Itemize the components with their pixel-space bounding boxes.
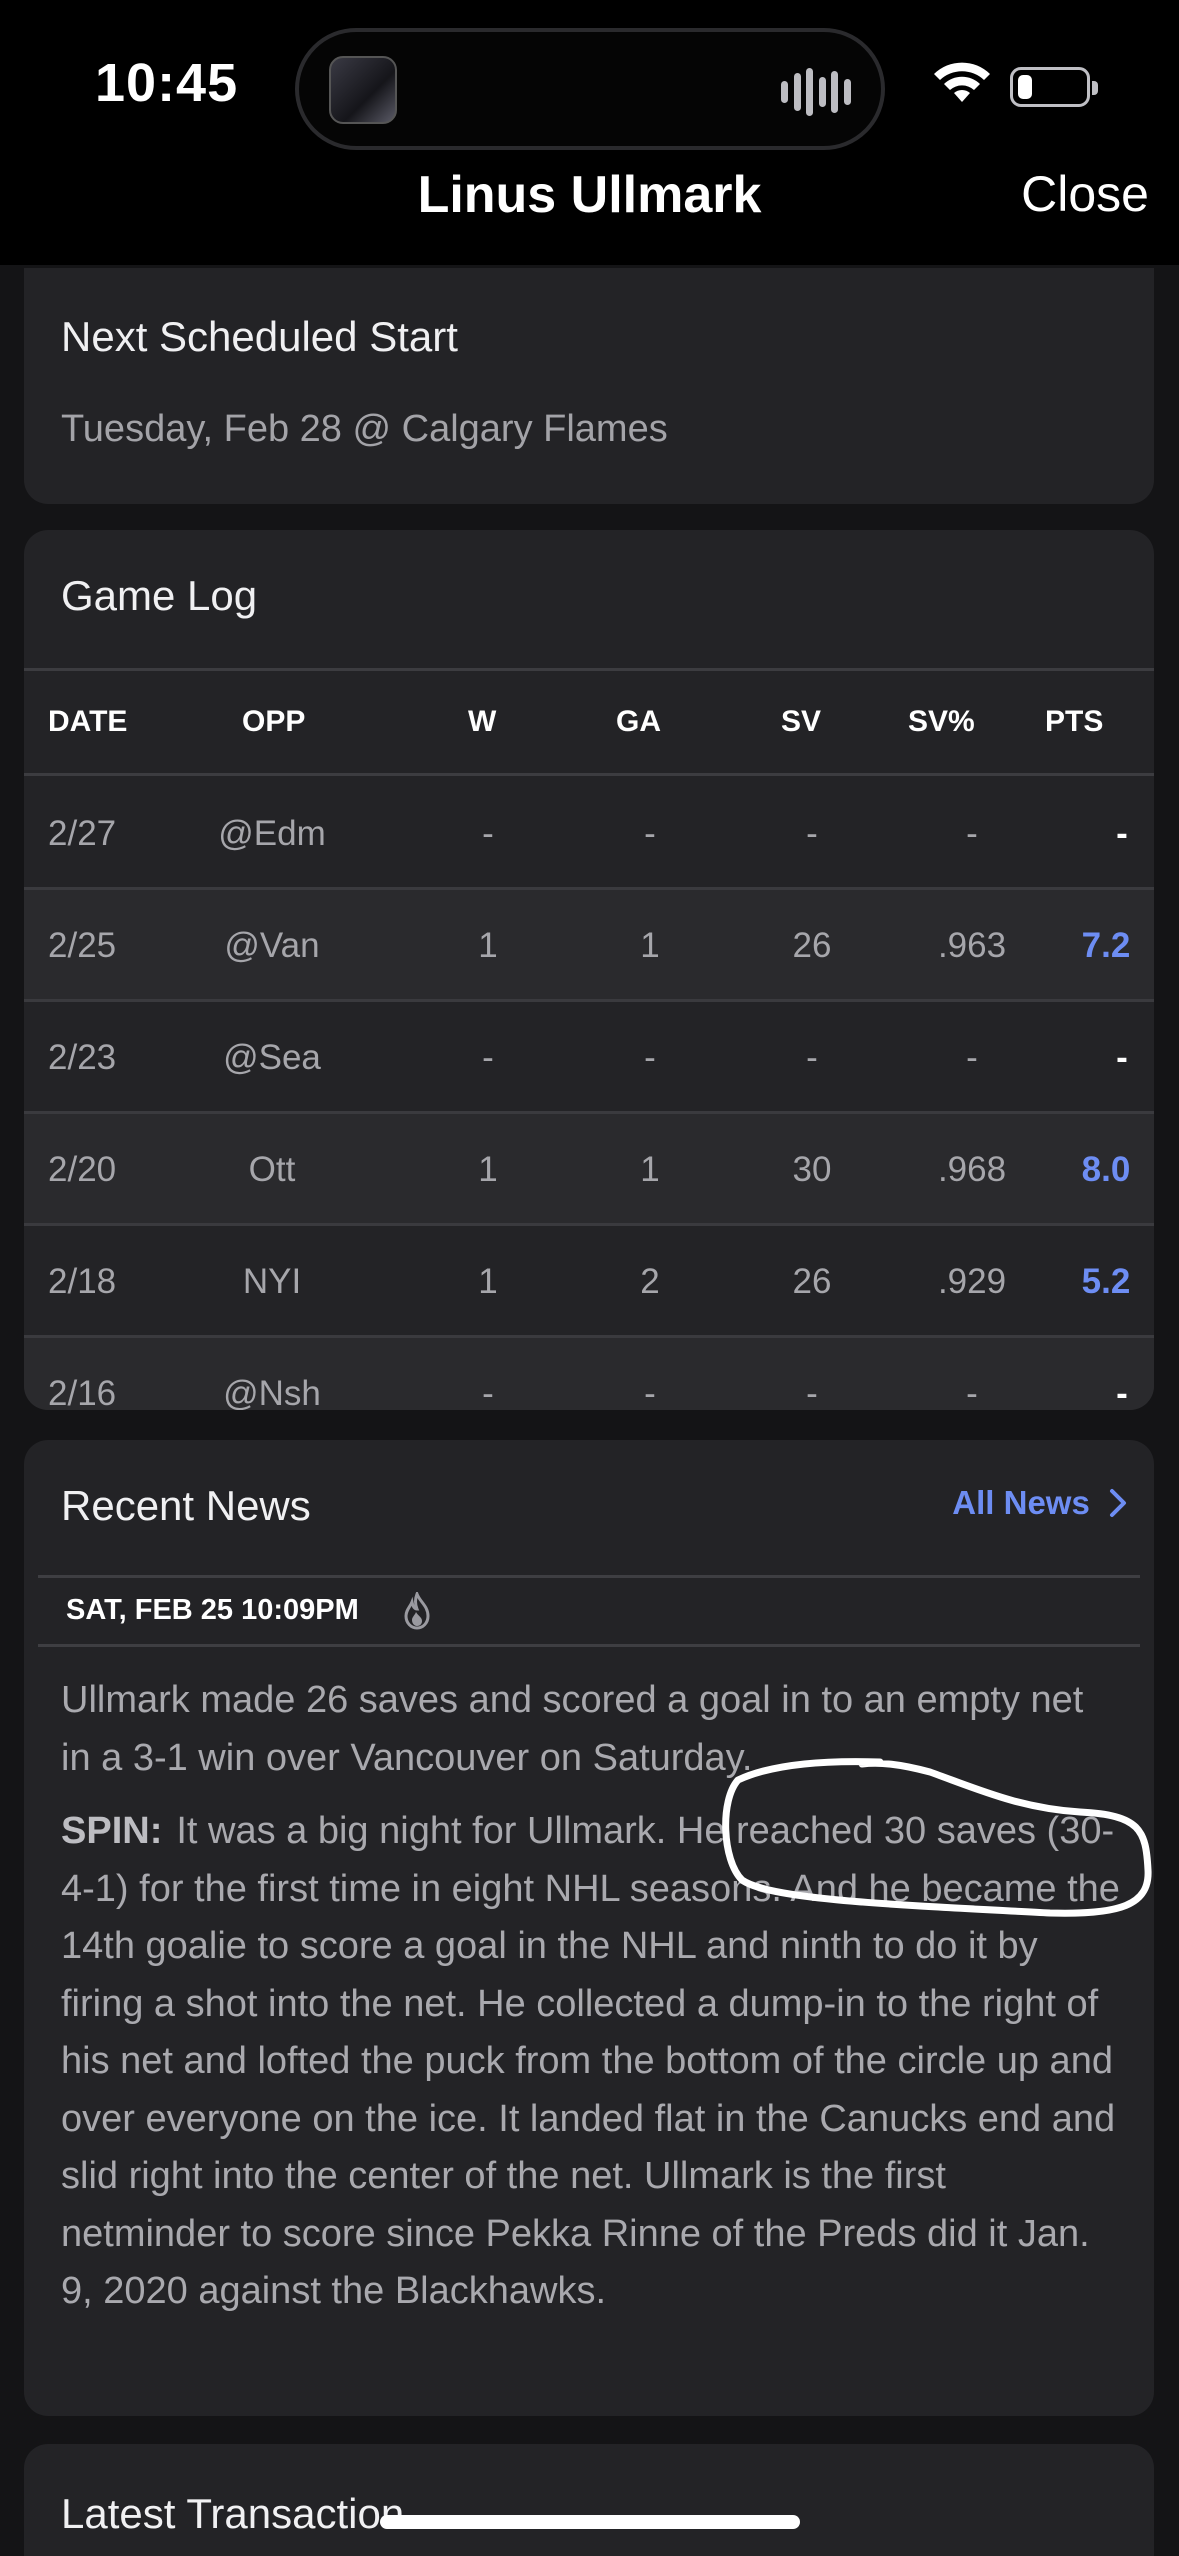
latest-transaction-card: Latest Transaction <box>24 2444 1154 2556</box>
cell-w: - <box>482 1374 494 1410</box>
cell-w: 1 <box>478 1262 498 1301</box>
cell-w: - <box>482 814 494 853</box>
next-start-detail: Tuesday, Feb 28 @ Calgary Flames <box>61 408 668 450</box>
cell-w: 1 <box>478 926 498 965</box>
cell-pts: - <box>1116 1374 1128 1410</box>
cell-ga: - <box>644 814 656 853</box>
cell-opp: @Edm <box>218 814 326 853</box>
table-row[interactable]: 2/23 @Sea - - - - - <box>24 1002 1154 1114</box>
recent-news-title: Recent News <box>61 1482 311 1529</box>
column-header-sv: SV <box>781 705 822 738</box>
game-log-title: Game Log <box>61 572 258 619</box>
table-row[interactable]: 2/27 @Edm - - - - - <box>24 778 1154 890</box>
news-timestamp: SAT, FEB 25 10:09PM <box>66 1594 359 1626</box>
cell-opp: NYI <box>242 1262 302 1301</box>
spin-label: SPIN: <box>61 1810 163 1852</box>
column-header-svp: SV% <box>908 705 975 738</box>
column-header-pts: PTS <box>1045 705 1104 738</box>
chevron-right-icon <box>1110 1489 1126 1517</box>
all-news-link[interactable]: All News <box>952 1484 1129 1522</box>
spin-text: It was a big night for Ullmark. He reach… <box>61 1810 1120 2312</box>
audio-waveform-icon <box>781 68 851 116</box>
cell-pts: 7.2 <box>1081 926 1131 965</box>
cell-ga: 2 <box>640 1262 660 1301</box>
cell-ga: - <box>644 1038 656 1077</box>
battery-icon <box>1010 67 1098 107</box>
cell-ga: - <box>644 1374 656 1410</box>
news-headline: Ullmark made 26 saves and scored a goal … <box>61 1679 1084 1779</box>
cell-svp: - <box>966 1374 978 1410</box>
cell-ga: 1 <box>640 926 660 965</box>
game-log-header: DATE OPP W GA SV SV% PTS <box>24 668 1154 776</box>
cell-pts: 8.0 <box>1081 1150 1131 1189</box>
cell-date: 2/25 <box>48 926 117 965</box>
table-row[interactable]: 2/20 Ott 1 1 30 .968 8.0 <box>24 1114 1154 1226</box>
table-row[interactable]: 2/25 @Van 1 1 26 .963 7.2 <box>24 890 1154 1002</box>
cell-opp: @Nsh <box>223 1374 321 1410</box>
game-log-card: Game Log DATE OPP W GA SV SV% PTS 2/27 @… <box>24 530 1154 1410</box>
all-news-label: All News <box>952 1484 1090 1521</box>
cell-sv: - <box>806 1038 818 1077</box>
cell-sv: 26 <box>792 1262 832 1301</box>
wifi-icon <box>934 62 990 102</box>
cell-pts: - <box>1116 1038 1128 1077</box>
cell-svp: .968 <box>937 1150 1007 1189</box>
column-header-opp: OPP <box>242 705 306 738</box>
cell-svp: .963 <box>937 926 1007 965</box>
home-indicator[interactable] <box>380 2515 800 2529</box>
recent-news-card: Recent News All News SAT, FEB 25 10:09PM… <box>24 1440 1154 2416</box>
cell-opp: @Sea <box>223 1038 321 1077</box>
cell-opp: Ott <box>248 1150 296 1189</box>
cell-pts: 5.2 <box>1081 1262 1131 1301</box>
column-header-ga: GA <box>616 705 661 738</box>
next-start-card: Next Scheduled Start Tuesday, Feb 28 @ C… <box>24 268 1154 504</box>
cell-opp: @Van <box>224 926 320 965</box>
cell-svp: - <box>966 1038 978 1077</box>
cell-sv: - <box>806 1374 818 1410</box>
news-spin: SPIN: It was a big night for Ullmark. He … <box>61 1803 1121 2321</box>
next-start-title: Next Scheduled Start <box>61 313 458 360</box>
cell-svp: .929 <box>937 1262 1007 1301</box>
cell-ga: 1 <box>640 1150 660 1189</box>
cell-date: 2/20 <box>48 1150 117 1189</box>
now-playing-artwork <box>329 56 397 124</box>
top-bar: 10:45 Linus Ullmark Close <box>0 0 1179 265</box>
cell-pts: - <box>1116 814 1128 853</box>
status-time: 10:45 <box>95 53 239 113</box>
news-body: Ullmark made 26 saves and scored a goal … <box>61 1672 1121 2337</box>
dynamic-island[interactable] <box>295 28 885 150</box>
cell-sv: 30 <box>792 1150 832 1189</box>
cell-w: 1 <box>478 1150 498 1189</box>
cell-date: 2/27 <box>48 814 117 853</box>
latest-transaction-title: Latest Transaction <box>61 2490 405 2537</box>
page-title: Linus Ullmark <box>417 166 762 224</box>
table-row[interactable]: 2/18 NYI 1 2 26 .929 5.2 <box>24 1226 1154 1338</box>
cell-date: 2/16 <box>48 1374 117 1410</box>
close-button[interactable]: Close <box>1021 165 1149 223</box>
cell-sv: - <box>806 814 818 853</box>
news-item-header: SAT, FEB 25 10:09PM <box>38 1575 1140 1647</box>
fire-icon <box>404 1592 430 1630</box>
column-header-date: DATE <box>48 705 128 738</box>
cell-date: 2/18 <box>48 1262 117 1301</box>
column-header-w: W <box>468 705 497 738</box>
cell-sv: 26 <box>792 926 832 965</box>
cell-svp: - <box>966 814 978 853</box>
table-row[interactable]: 2/16 @Nsh - - - - - <box>24 1338 1154 1410</box>
cell-w: - <box>482 1038 494 1077</box>
cell-date: 2/23 <box>48 1038 117 1077</box>
player-detail-screen: 10:45 Linus Ullmark Close Next Scheduled… <box>0 0 1179 2556</box>
